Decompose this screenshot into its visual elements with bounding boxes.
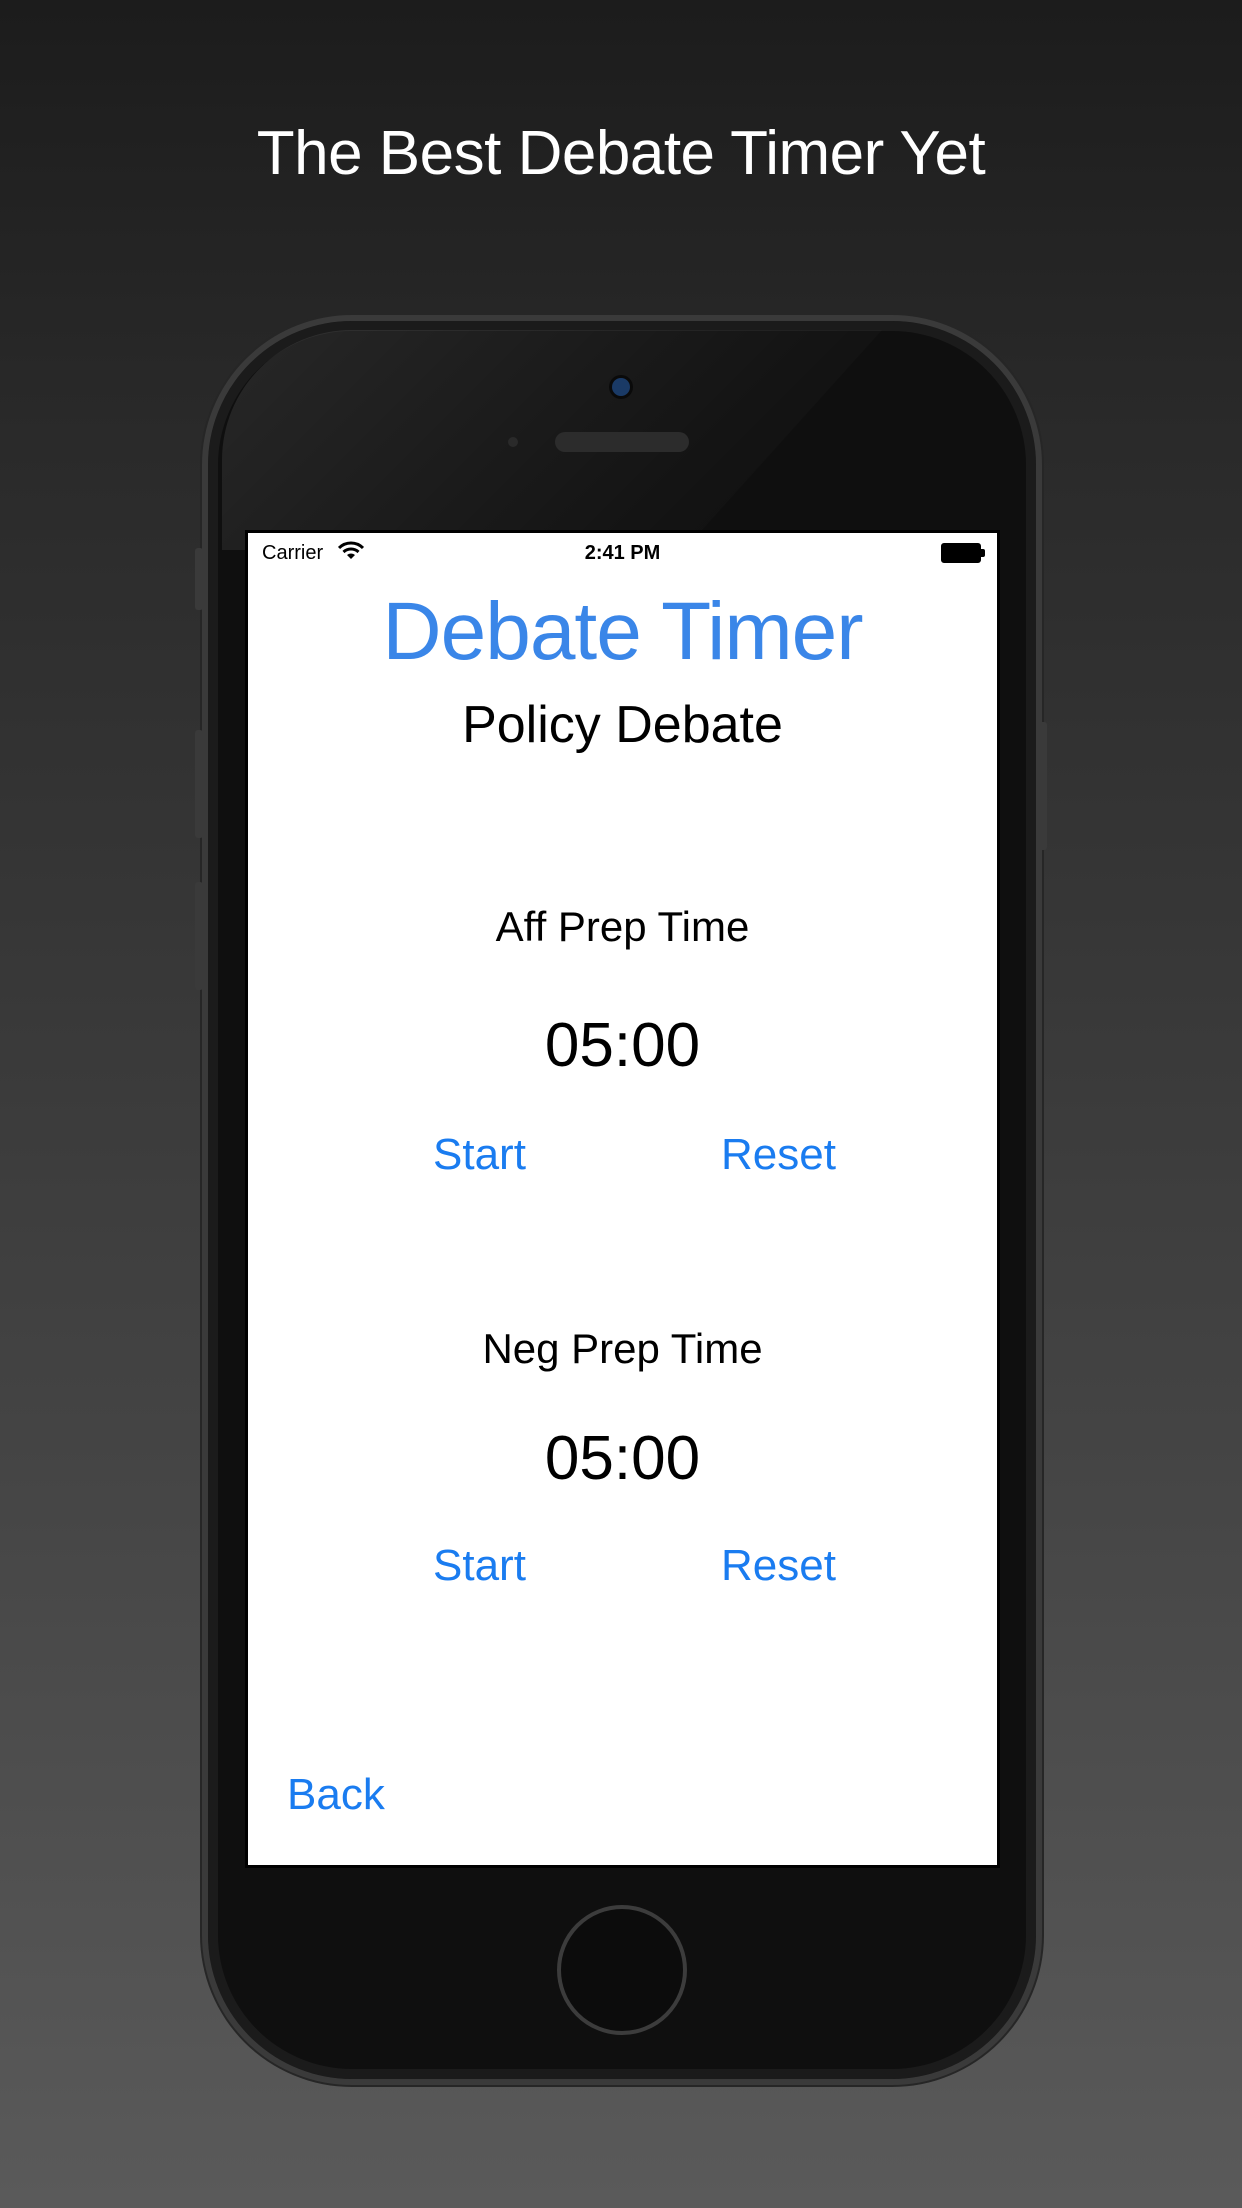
phone-screen: Carrier 2:41 PM Debate Timer Policy Deba…	[245, 530, 1000, 1868]
earpiece-speaker	[555, 432, 689, 452]
app-title: Debate Timer	[382, 586, 863, 677]
home-button[interactable]	[557, 1905, 687, 2035]
battery-icon	[941, 543, 985, 563]
aff-reset-button[interactable]: Reset	[721, 1130, 836, 1180]
front-camera	[612, 378, 630, 396]
proximity-sensor	[508, 437, 518, 447]
aff-prep-label: Aff Prep Time	[495, 903, 750, 950]
neg-reset-button[interactable]: Reset	[721, 1541, 836, 1591]
power-button	[1039, 722, 1047, 850]
neg-prep-timer: 05:00	[544, 1424, 701, 1493]
aff-prep-timer: 05:00	[544, 1011, 701, 1080]
aff-start-button[interactable]: Start	[433, 1130, 526, 1180]
back-button[interactable]: Back	[287, 1770, 385, 1820]
silent-switch	[195, 548, 203, 610]
status-bar: Carrier 2:41 PM	[248, 533, 997, 573]
neg-start-button[interactable]: Start	[433, 1541, 526, 1591]
volume-up-button	[195, 730, 203, 838]
neg-prep-label: Neg Prep Time	[482, 1325, 763, 1372]
volume-down-button	[195, 882, 203, 990]
headline: The Best Debate Timer Yet	[256, 119, 986, 188]
status-time: 2:41 PM	[584, 542, 661, 564]
debate-type-subtitle: Policy Debate	[462, 696, 783, 754]
